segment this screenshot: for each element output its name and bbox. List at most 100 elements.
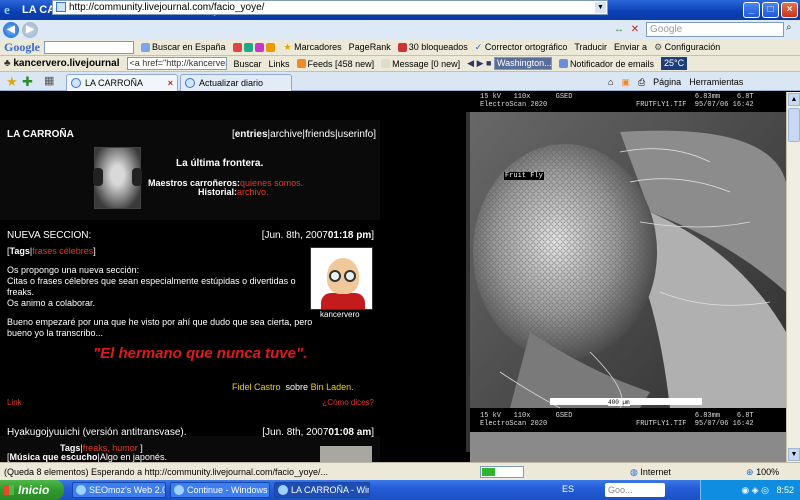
translate-button[interactable]: Traducir <box>574 42 607 52</box>
forward-button[interactable]: ▶ <box>22 21 38 38</box>
status-bar: (Queda 8 elementos) Esperando a http://c… <box>0 462 800 480</box>
post1-date[interactable]: [Jun. 8th, 200701:18 pm] <box>262 230 374 241</box>
avatar-caption[interactable]: kancervero <box>320 310 360 319</box>
google-search-button[interactable]: Buscar en España <box>141 42 226 52</box>
tab-page-icon <box>185 78 195 88</box>
status-text: (Queda 8 elementos) Esperando a http://c… <box>4 467 328 477</box>
links-button[interactable]: Links <box>269 59 290 69</box>
lj-search-button[interactable]: Buscar <box>234 59 262 69</box>
site-name[interactable]: ♣ kancervero.livejournal <box>4 58 120 69</box>
home-icon[interactable]: ⌂ <box>608 74 613 90</box>
close-button[interactable]: × <box>781 2 798 18</box>
scroll-down-icon[interactable]: ▼ <box>788 448 800 461</box>
tools-menu[interactable]: Herramientas <box>689 74 743 90</box>
page-scrollbar[interactable]: ▲ ▼ <box>786 92 800 462</box>
tab-close-icon[interactable]: × <box>168 75 173 91</box>
system-tray: ◉ ◈ ◎ 8:52 <box>700 480 800 500</box>
post2-title: Hyakugojyuuichi (versión antitransvase). <box>7 427 187 438</box>
zoom-level[interactable]: ⊕ 100% <box>746 463 779 481</box>
tab-page-icon <box>71 78 81 88</box>
history-link[interactable]: archivo. <box>237 187 269 197</box>
fly-illustration <box>470 92 786 462</box>
post1-tags: [Tags|frases célebres] <box>7 246 96 256</box>
quick-tabs-icon[interactable]: ▦ <box>44 74 54 87</box>
progress-fill <box>482 468 495 476</box>
page-menu[interactable]: Página <box>653 74 681 90</box>
feeds-button[interactable]: Feeds [458 new] <box>296 59 374 69</box>
media-player[interactable]: ◀ ▶ ■ Washington... <box>467 57 552 70</box>
language-indicator[interactable]: ES <box>562 484 574 494</box>
tag-link[interactable]: frases célebres <box>32 246 93 256</box>
misc-icons[interactable] <box>232 42 277 52</box>
headphone-icon <box>132 168 142 186</box>
taskbar-item-continue[interactable]: Continue - Windows I... <box>170 482 270 498</box>
address-bar[interactable]: http://community.livejournal.com/facio_y… <box>52 0 608 15</box>
send-to-button[interactable]: Enviar a <box>614 42 647 52</box>
href-field[interactable]: <a href="http://kancerverolivi <box>126 57 227 70</box>
sem-scale-text: 400 µm <box>608 399 630 406</box>
google-search-field[interactable] <box>44 40 134 54</box>
page-icon <box>56 2 66 12</box>
nav-entries[interactable]: entries <box>235 129 268 140</box>
nav-archive[interactable]: archive <box>270 129 302 140</box>
quote-attribution: Fidel Castro sobre Bin Laden. <box>232 382 354 392</box>
favorites-star-icon[interactable]: ★ <box>6 74 18 90</box>
bookmarks-button[interactable]: ★ Marcadores <box>284 42 342 53</box>
post1-permalink[interactable]: Link <box>7 398 22 407</box>
spellcheck-button[interactable]: ✓ Corrector ortográfico <box>475 42 568 53</box>
post1-quote: "El hermano que nunca tuve". <box>93 345 308 362</box>
nav-friends[interactable]: friends <box>305 129 335 140</box>
pagerank-widget: PageRank <box>348 42 391 52</box>
ie-logo-icon: e <box>4 2 10 17</box>
nav-userinfo[interactable]: userinfo <box>338 129 374 140</box>
go-icon[interactable]: ↔ <box>612 23 626 36</box>
search-go-icon[interactable]: ⌕ <box>786 22 798 37</box>
search-input[interactable]: Google <box>646 22 784 37</box>
weather-widget[interactable]: 25°C <box>660 57 688 70</box>
tab-la-carrona[interactable]: LA CARROÑA × <box>66 74 178 91</box>
address-url: http://community.livejournal.com/facio_y… <box>69 2 265 13</box>
feeds-icon[interactable]: ▣ <box>621 74 630 90</box>
scroll-up-icon[interactable]: ▲ <box>788 93 800 106</box>
post2-music: [Música que escucho|Algo en japonés. <box>7 452 167 462</box>
history-line: Historial:archivo. <box>198 187 269 197</box>
post1-para1: Os propongo una nueva sección: <box>7 265 140 275</box>
sem-label: Fruit Fly <box>504 172 544 180</box>
message-button[interactable]: Message [0 new] <box>381 59 460 69</box>
scroll-thumb[interactable] <box>788 108 800 142</box>
back-button[interactable]: ◀ <box>3 21 19 38</box>
headphone-icon <box>93 168 103 186</box>
page-content: LA CARROÑA [entries|archive|friends|user… <box>0 92 786 462</box>
intro-title: La última frontera. <box>176 158 264 169</box>
settings-button[interactable]: ⚙ Configuración <box>654 42 720 53</box>
email-notifier[interactable]: Notificador de emails <box>558 59 654 69</box>
taskbar-item-la-carrona[interactable]: LA CARROÑA - Wind... <box>274 482 370 498</box>
security-zone[interactable]: ◍ Internet <box>630 463 671 481</box>
maximize-button[interactable]: □ <box>762 2 779 18</box>
blog-title: LA CARROÑA <box>7 129 74 140</box>
taskbar-item-seomoz[interactable]: SEOmoz's Web 2.0 A... <box>72 482 166 498</box>
add-favorite-icon[interactable]: ✚ <box>22 74 33 90</box>
stop-icon[interactable]: ✕ <box>628 23 642 36</box>
post2-thumbnail[interactable] <box>320 446 372 462</box>
livejournal-toolbar: ♣ kancervero.livejournal <a href="http:/… <box>0 56 800 72</box>
tab-actualizar-diario[interactable]: Actualizar diario <box>180 74 292 91</box>
popup-blocker[interactable]: 30 bloqueados <box>397 42 468 52</box>
google-logo: Google <box>4 39 40 54</box>
tray-icons[interactable]: ◉ ◈ ◎ <box>741 485 774 495</box>
start-button[interactable]: Inicio <box>0 480 64 500</box>
post1-comments-link[interactable]: ¿Cómo dices? <box>322 398 374 407</box>
google-toolbar: Google Buscar en España ★ Marcadores Pag… <box>0 39 800 56</box>
fruit-fly-sem-image: 15 kV 110x GSED ElectroScan 2020 6.83mm … <box>470 92 786 462</box>
user-avatar[interactable] <box>310 247 373 310</box>
post2-date[interactable]: [Jun. 8th, 200701:08 am] <box>262 427 374 438</box>
sem-meta-bottom-right: 6.83mm 6.8T FRUTFLY1.TIF 95/07/06 16:42 <box>636 412 754 428</box>
google-deskbar[interactable]: Goo... <box>605 483 665 497</box>
print-icon[interactable]: ⎙ <box>638 74 645 90</box>
taskbar: Inicio SEOmoz's Web 2.0 A... Continue - … <box>0 480 800 500</box>
minimize-button[interactable]: _ <box>743 2 760 18</box>
sem-meta-bottom-left: 15 kV 110x GSED ElectroScan 2020 <box>480 412 573 428</box>
post1-para2: Citas o frases célebres que sean especia… <box>7 276 296 297</box>
address-dropdown-icon[interactable]: ▼ <box>595 2 606 13</box>
blog-column: LA CARROÑA [entries|archive|friends|user… <box>0 92 470 462</box>
